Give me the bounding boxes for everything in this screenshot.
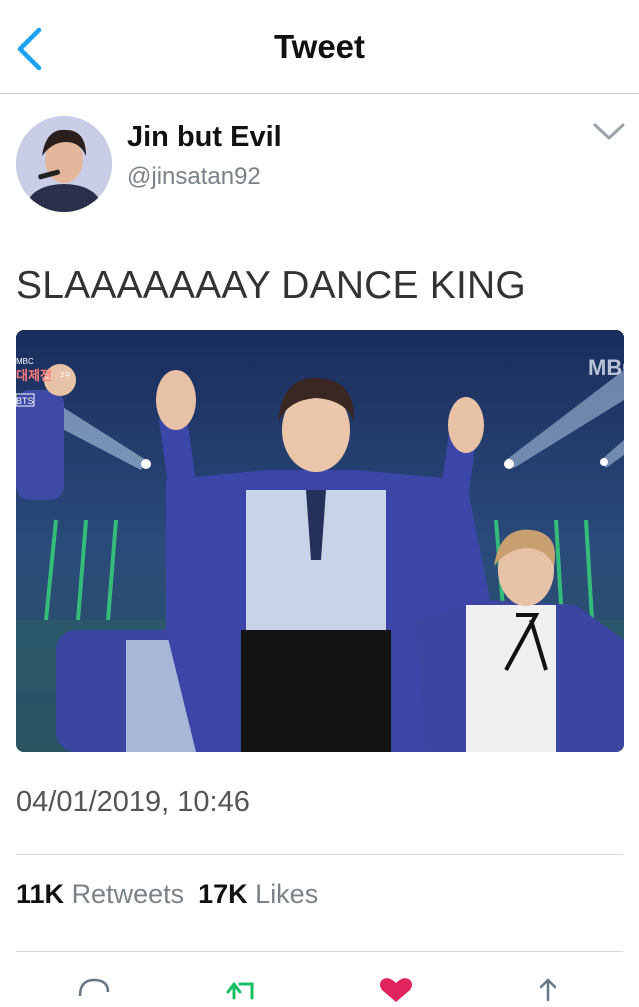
like-button[interactable] [376, 972, 416, 1002]
group-label: BTS [16, 396, 34, 406]
tweet-menu-button[interactable] [592, 121, 626, 143]
retweet-icon [226, 982, 254, 1000]
share-icon [539, 978, 557, 1002]
heart-icon [380, 978, 412, 1002]
tweet-stats: 11K Retweets 17K Likes [16, 879, 318, 910]
nav-bar: Tweet [0, 0, 639, 94]
avatar[interactable] [16, 116, 112, 212]
author-handle[interactable]: @jinsatan92 [127, 163, 261, 191]
tweet-media[interactable]: MBC MBC 대제전 2부 BTS [16, 330, 624, 752]
chevron-down-icon [593, 123, 625, 140]
broadcaster-logo-small: MBC [16, 357, 34, 366]
tweet-timestamp: 04/01/2019, 10:46 [16, 786, 250, 818]
likes-label: Likes [255, 879, 319, 909]
likes-count: 17K [198, 879, 248, 909]
divider [16, 854, 623, 855]
show-badge: 대제전 [16, 368, 52, 384]
reply-icon [78, 978, 110, 997]
divider [16, 951, 623, 952]
author-name[interactable]: Jin but Evil [127, 121, 282, 154]
part-label: 2부 [60, 371, 71, 379]
page-title: Tweet [273, 28, 366, 65]
tweet-text: SLAAAAAAAY DANCE KING [16, 264, 526, 307]
reply-button[interactable] [74, 972, 114, 1002]
share-button[interactable] [528, 972, 568, 1002]
likes-stat[interactable]: 17K Likes [198, 879, 318, 909]
retweet-button[interactable] [222, 972, 262, 1002]
retweets-count: 11K [16, 879, 65, 909]
retweets-label: Retweets [71, 879, 185, 909]
retweets-stat[interactable]: 11K Retweets [16, 879, 184, 909]
broadcaster-logo: MBC [588, 355, 624, 380]
